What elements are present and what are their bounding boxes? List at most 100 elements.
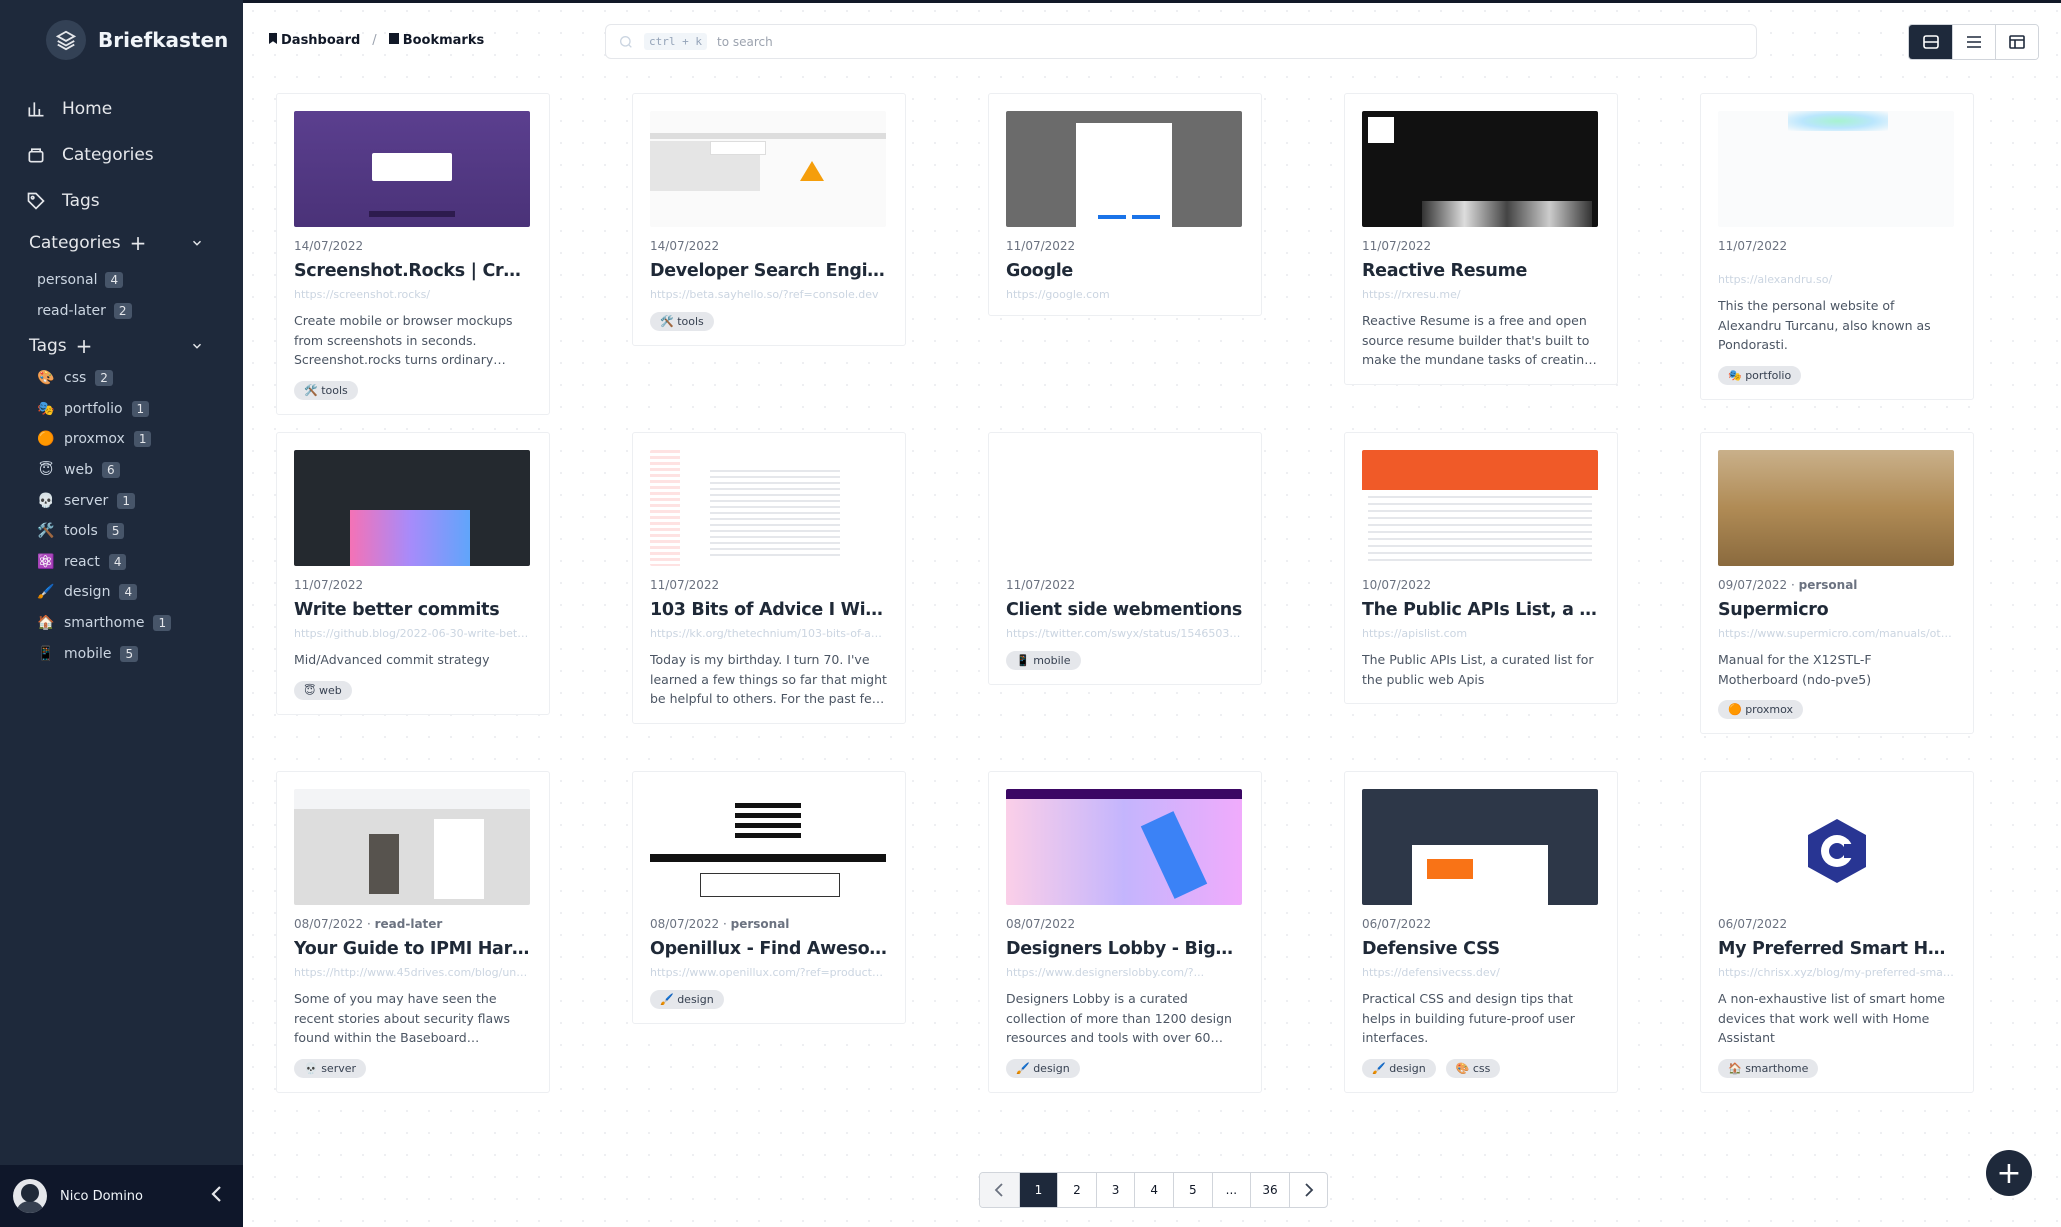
bookmark-url[interactable]: https://apislist.com xyxy=(1362,627,1599,640)
bookmark-title[interactable]: My Preferred Smart Home... xyxy=(1718,939,1955,959)
breadcrumb-bookmarks[interactable]: Bookmarks xyxy=(388,33,484,48)
bookmark-card[interactable]: 14/07/2022 Developer Search Engine https:/… xyxy=(632,93,906,346)
tag-pill[interactable]: 🛠️ tools xyxy=(650,312,714,331)
bookmark-url[interactable]: https://www.openillux.com/?ref=producthu… xyxy=(650,966,887,979)
bookmark-url[interactable]: https://screenshot.rocks/ xyxy=(294,288,531,301)
avatar[interactable] xyxy=(13,1179,47,1213)
bookmark-thumbnail[interactable] xyxy=(1006,450,1242,566)
bookmark-title[interactable]: Your Guide to IPMI Hardenin... xyxy=(294,939,531,959)
page-button-2[interactable]: 2 xyxy=(1057,1173,1096,1207)
bookmark-card[interactable]: 11/07/2022 Client side webmentions https:/… xyxy=(988,432,1262,685)
bookmark-card[interactable]: 08/07/2022 · read-later Your Guide to IPM… xyxy=(276,771,550,1093)
bookmark-title[interactable]: Openillux - Find Awesome Fr... xyxy=(650,939,887,959)
bookmark-url[interactable]: https://github.blog/2022-06-30-write-bet… xyxy=(294,627,531,640)
bookmark-category[interactable]: read-later xyxy=(375,917,443,931)
bookmark-thumbnail[interactable] xyxy=(294,111,530,227)
add-bookmark-button[interactable]: + xyxy=(1986,1150,2032,1196)
bookmark-title[interactable]: Reactive Resume xyxy=(1362,261,1599,281)
bookmark-title[interactable]: Defensive CSS xyxy=(1362,939,1599,959)
bookmark-category[interactable]: personal xyxy=(1799,578,1858,592)
tag-item-server[interactable]: 💀 server 1 xyxy=(37,485,171,516)
bookmark-thumbnail[interactable] xyxy=(294,450,530,566)
tag-item-smarthome[interactable]: 🏠 smarthome 1 xyxy=(37,608,172,639)
tag-pill[interactable]: 🖌️ design xyxy=(1362,1058,1436,1078)
nav-tags[interactable]: Tags xyxy=(26,178,216,224)
bookmark-url[interactable]: https://rxresu.me/ xyxy=(1362,288,1599,301)
bookmark-url[interactable]: https://www.supermicro.com/manuals/other… xyxy=(1718,627,1955,640)
bookmark-card[interactable]: 11/07/2022 Write better commits https://gi… xyxy=(276,432,550,715)
bookmark-thumbnail[interactable] xyxy=(650,789,886,905)
tag-pill[interactable]: 🏠 smarthome xyxy=(1718,1058,1819,1078)
brand[interactable]: Briefkasten xyxy=(46,20,228,60)
nav-categories[interactable]: Categories xyxy=(26,132,216,178)
tag-pill[interactable]: 🛠️ tools xyxy=(294,380,358,400)
bookmark-category[interactable]: personal xyxy=(731,917,790,931)
bookmark-thumbnail[interactable] xyxy=(294,789,530,905)
bookmark-url[interactable]: https://www.designerslobby.com/?... xyxy=(1006,966,1243,979)
page-button-36[interactable]: 36 xyxy=(1250,1173,1289,1207)
bookmark-card[interactable]: 11/07/2022 103 Bits of Advice I Wish I Ha… xyxy=(632,432,906,724)
page-button-5[interactable]: 5 xyxy=(1172,1173,1212,1207)
table-view-button[interactable] xyxy=(1995,25,2038,59)
tag-pill[interactable]: 📱 mobile xyxy=(1006,651,1081,670)
bookmark-card[interactable]: 08/07/2022 · personal Openillux - Find Aw… xyxy=(632,771,906,1024)
collapse-sidebar-icon[interactable] xyxy=(209,1184,223,1209)
bookmark-url[interactable]: https://twitter.com/swyx/status/15465036… xyxy=(1006,627,1243,640)
bookmark-url[interactable]: https://kk.org/thetechnium/103-bits-of-a… xyxy=(650,627,887,640)
tag-item-web[interactable]: 😇 web 6 xyxy=(37,455,171,486)
tag-pill[interactable]: 🖌️ design xyxy=(1006,1058,1080,1078)
bookmark-thumbnail[interactable] xyxy=(1362,111,1598,227)
tag-item-mobile[interactable]: 📱 mobile 5 xyxy=(37,638,171,669)
add-tag-icon[interactable]: + xyxy=(76,336,93,356)
bookmark-title[interactable]: 103 Bits of Advice I Wish I Had... xyxy=(650,600,887,620)
chevron-down-icon[interactable] xyxy=(190,236,204,250)
bookmark-card[interactable]: 08/07/2022 Designers Lobby - Biggest... ht… xyxy=(988,771,1262,1093)
search-input[interactable]: ctrl + k to search xyxy=(605,24,1757,59)
bookmark-thumbnail[interactable] xyxy=(1362,789,1598,905)
bookmark-thumbnail[interactable] xyxy=(650,450,886,566)
tag-pill[interactable]: 🖌️ design xyxy=(650,990,724,1009)
tag-pill[interactable]: 😇 web xyxy=(294,680,352,700)
bookmark-url[interactable]: https://chrisx.xyz/blog/my-preferred-sma… xyxy=(1718,966,1955,979)
bookmark-url[interactable]: https://defensivecss.dev/ xyxy=(1362,966,1599,979)
bookmark-thumbnail[interactable] xyxy=(1006,111,1242,227)
category-item[interactable]: personal 4 xyxy=(37,264,132,295)
bookmark-title[interactable]: Designers Lobby - Biggest... xyxy=(1006,939,1243,959)
bookmark-thumbnail[interactable] xyxy=(1362,450,1598,566)
bookmark-card[interactable]: 14/07/2022 Screenshot.Rocks | Create... ht… xyxy=(276,93,550,415)
bookmark-card[interactable]: 10/07/2022 The Public APIs List, a curate… xyxy=(1344,432,1618,704)
page-button-3[interactable]: 3 xyxy=(1095,1173,1135,1207)
tag-item-proxmox[interactable]: 🟠 proxmox 1 xyxy=(37,424,171,455)
list-view-button[interactable] xyxy=(1952,25,1995,59)
nav-home[interactable]: Home xyxy=(26,86,216,132)
bookmark-title[interactable]: Supermicro xyxy=(1718,600,1955,620)
tag-pill[interactable]: 🎨 css xyxy=(1445,1058,1501,1078)
bookmark-thumbnail[interactable] xyxy=(1006,789,1242,905)
page-button-1[interactable]: 1 xyxy=(1018,1173,1058,1207)
bookmark-url[interactable]: https://http://www.45drives.com/blog/unc… xyxy=(294,966,531,979)
bookmark-title[interactable]: Write better commits xyxy=(294,600,531,620)
bookmark-card[interactable]: 06/07/2022 My Preferred Smart Home... http… xyxy=(1700,771,1974,1093)
tag-pill[interactable]: 🟠 proxmox xyxy=(1718,700,1803,719)
bookmark-title[interactable]: Client side webmentions xyxy=(1006,600,1243,620)
tag-item-css[interactable]: 🎨 css 2 xyxy=(37,363,171,394)
card-view-button[interactable] xyxy=(1909,25,1952,59)
next-page-button[interactable] xyxy=(1288,1173,1328,1207)
bookmark-card[interactable]: 06/07/2022 Defensive CSS https://defensive… xyxy=(1344,771,1618,1093)
breadcrumb-dashboard[interactable]: Dashboard xyxy=(269,33,360,48)
tag-pill[interactable]: 🎭 portfolio xyxy=(1718,365,1802,385)
bookmark-card[interactable]: 09/07/2022 · personal Supermicro https://w… xyxy=(1700,432,1974,734)
tag-item-react[interactable]: ⚛️ react 4 xyxy=(37,547,171,578)
tag-item-portfolio[interactable]: 🎭 portfolio 1 xyxy=(37,394,171,425)
add-category-icon[interactable]: + xyxy=(130,233,147,253)
category-item[interactable]: read-later 2 xyxy=(37,295,132,326)
chevron-down-icon[interactable] xyxy=(190,339,204,353)
tag-item-tools[interactable]: 🛠️ tools 5 xyxy=(37,516,171,547)
bookmark-thumbnail[interactable] xyxy=(1718,789,1954,905)
bookmark-card[interactable]: 11/07/2022 https://alexandru.so/This the … xyxy=(1700,93,1974,400)
bookmark-url[interactable]: https://alexandru.so/ xyxy=(1718,273,1955,286)
bookmark-title[interactable]: The Public APIs List, a curated... xyxy=(1362,600,1599,620)
bookmark-title[interactable]: Google xyxy=(1006,261,1243,281)
tag-item-design[interactable]: 🖌️ design 4 xyxy=(37,577,171,608)
bookmark-thumbnail[interactable] xyxy=(1718,111,1954,227)
